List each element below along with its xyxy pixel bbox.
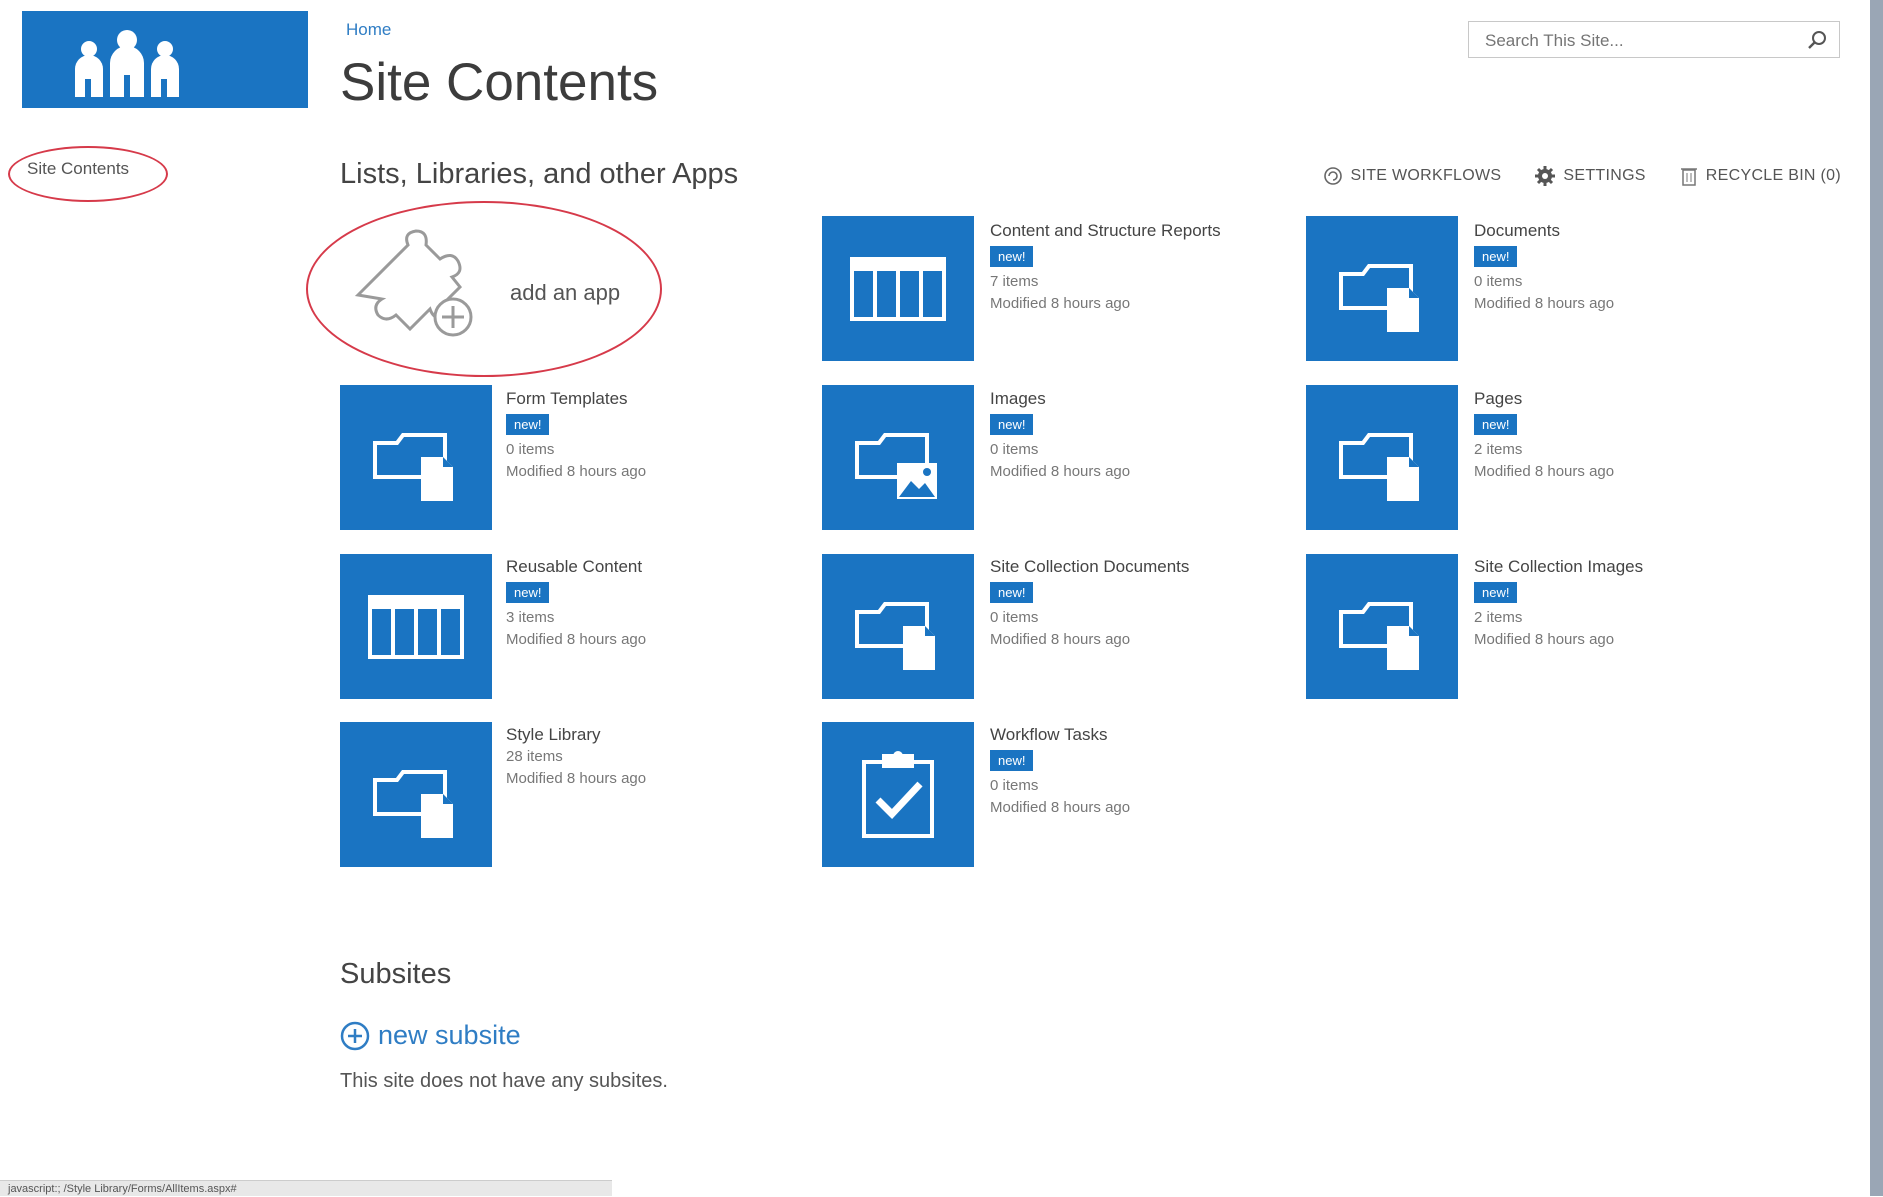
app-modified: Modified 8 hours ago: [990, 631, 1131, 648]
app-info: Images new! 0 items Modified 8 hours ago: [990, 388, 1235, 483]
app-name[interactable]: Workflow Tasks: [990, 724, 1235, 746]
app-item-count: 0 items: [990, 441, 1039, 458]
folder-doc-icon: [1339, 263, 1419, 332]
app-info: Documents new! 0 items Modified 8 hours …: [1474, 220, 1719, 315]
window-edge: [1870, 0, 1883, 1196]
app-info: Reusable Content new! 3 items Modified 8…: [506, 556, 751, 651]
app-info: Site Collection Documents new! 0 items M…: [990, 556, 1270, 651]
app-modified: Modified 8 hours ago: [1474, 631, 1615, 648]
app-name[interactable]: Pages: [1474, 388, 1719, 410]
folder-doc-icon: [1339, 432, 1419, 501]
page-actions: SITE WORKFLOWS SETTINGS RECYCLE BIN (0): [1323, 166, 1842, 186]
workflow-icon: [1323, 167, 1342, 185]
app-tile-style-library[interactable]: [340, 722, 492, 867]
app-modified: Modified 8 hours ago: [990, 463, 1131, 480]
recycle-bin-button[interactable]: RECYCLE BIN (0): [1680, 166, 1841, 186]
list-icon: [368, 594, 464, 659]
app-tile-site-collection-images[interactable]: [1306, 554, 1458, 699]
app-modified: Modified 8 hours ago: [506, 463, 647, 480]
app-tile-reusable-content[interactable]: [340, 554, 492, 699]
app-tile-pages[interactable]: [1306, 385, 1458, 530]
settings-button[interactable]: SETTINGS: [1535, 166, 1645, 186]
breadcrumb-home[interactable]: Home: [346, 20, 391, 40]
app-item-count: 0 items: [506, 441, 555, 458]
app-info: Style Library 28 items Modified 8 hours …: [506, 724, 751, 790]
folder-doc-icon: [1339, 601, 1419, 670]
app-name[interactable]: Style Library: [506, 724, 751, 746]
app-info: Site Collection Images new! 2 items Modi…: [1474, 556, 1719, 651]
folder-doc-icon: [373, 432, 453, 501]
app-item-count: 0 items: [1474, 273, 1523, 290]
new-badge: new!: [990, 246, 1034, 267]
app-info: Pages new! 2 items Modified 8 hours ago: [1474, 388, 1719, 483]
app-modified: Modified 8 hours ago: [506, 631, 647, 648]
new-badge: new!: [506, 582, 550, 603]
app-tile-workflow-tasks[interactable]: [822, 722, 974, 867]
no-subsites-message: This site does not have any subsites.: [340, 1070, 668, 1092]
new-badge: new!: [1474, 246, 1518, 267]
search-input[interactable]: [1483, 30, 1787, 52]
folder-doc-icon: [855, 601, 935, 670]
app-name[interactable]: Form Templates: [506, 388, 751, 410]
app-tile-site-collection-documents[interactable]: [822, 554, 974, 699]
puzzle-plus-icon: [354, 229, 473, 337]
add-circle-icon: [340, 1021, 370, 1050]
app-item-count: 28 items: [506, 748, 563, 765]
nav-site-contents[interactable]: Site Contents: [27, 159, 129, 179]
recycle-bin-label: RECYCLE BIN (0): [1705, 167, 1841, 184]
app-name[interactable]: Images: [990, 388, 1235, 410]
app-tile-form-templates[interactable]: [340, 385, 492, 530]
new-badge: new!: [990, 414, 1034, 435]
app-modified: Modified 8 hours ago: [1474, 295, 1615, 312]
add-app-label[interactable]: add an app: [510, 280, 620, 306]
status-bar: javascript:; /Style Library/Forms/AllIte…: [0, 1180, 612, 1196]
app-name[interactable]: Site Collection Documents: [990, 556, 1270, 578]
app-modified: Modified 8 hours ago: [990, 799, 1131, 816]
app-tile-documents[interactable]: [1306, 216, 1458, 361]
folder-image-icon: [855, 432, 937, 499]
recycle-bin-icon: [1680, 168, 1697, 186]
app-item-count: 2 items: [1474, 441, 1523, 458]
new-badge: new!: [990, 750, 1034, 771]
task-check-icon: [862, 750, 934, 838]
app-item-count: 7 items: [990, 273, 1039, 290]
app-name[interactable]: Documents: [1474, 220, 1719, 242]
app-name[interactable]: Content and Structure Reports: [990, 220, 1235, 242]
app-info: Form Templates new! 0 items Modified 8 h…: [506, 388, 751, 483]
app-item-count: 0 items: [990, 609, 1039, 626]
app-tile-images[interactable]: [822, 385, 974, 530]
people-icon: [75, 30, 179, 97]
app-info: Content and Structure Reports new! 7 ite…: [990, 220, 1235, 315]
new-badge: new!: [506, 414, 550, 435]
folder-doc-icon: [373, 769, 453, 838]
new-subsite-link[interactable]: new subsite: [340, 1020, 521, 1051]
site-workflows-label: SITE WORKFLOWS: [1350, 167, 1502, 184]
app-item-count: 3 items: [506, 609, 555, 626]
subsites-title: Subsites: [340, 958, 452, 990]
app-item-count: 2 items: [1474, 609, 1523, 626]
site-workflows-button[interactable]: SITE WORKFLOWS: [1323, 166, 1502, 186]
settings-label: SETTINGS: [1563, 167, 1646, 184]
app-item-count: 0 items: [990, 777, 1039, 794]
new-badge: new!: [990, 582, 1034, 603]
gear-icon: [1535, 166, 1556, 186]
new-badge: new!: [1474, 582, 1518, 603]
app-info: Workflow Tasks new! 0 items Modified 8 h…: [990, 724, 1235, 819]
app-modified: Modified 8 hours ago: [1474, 463, 1615, 480]
app-modified: Modified 8 hours ago: [506, 770, 647, 787]
app-name[interactable]: Site Collection Images: [1474, 556, 1719, 578]
new-badge: new!: [1474, 414, 1518, 435]
new-subsite-label: new subsite: [378, 1020, 521, 1050]
section-title: Lists, Libraries, and other Apps: [340, 158, 739, 190]
app-modified: Modified 8 hours ago: [990, 295, 1131, 312]
search-box[interactable]: [1468, 21, 1840, 58]
site-logo[interactable]: [22, 11, 308, 108]
list-icon: [850, 256, 946, 321]
app-tile-content-structure-reports[interactable]: [822, 216, 974, 361]
app-name[interactable]: Reusable Content: [506, 556, 751, 578]
page-title: Site Contents: [340, 53, 659, 112]
search-icon[interactable]: [1807, 30, 1827, 55]
